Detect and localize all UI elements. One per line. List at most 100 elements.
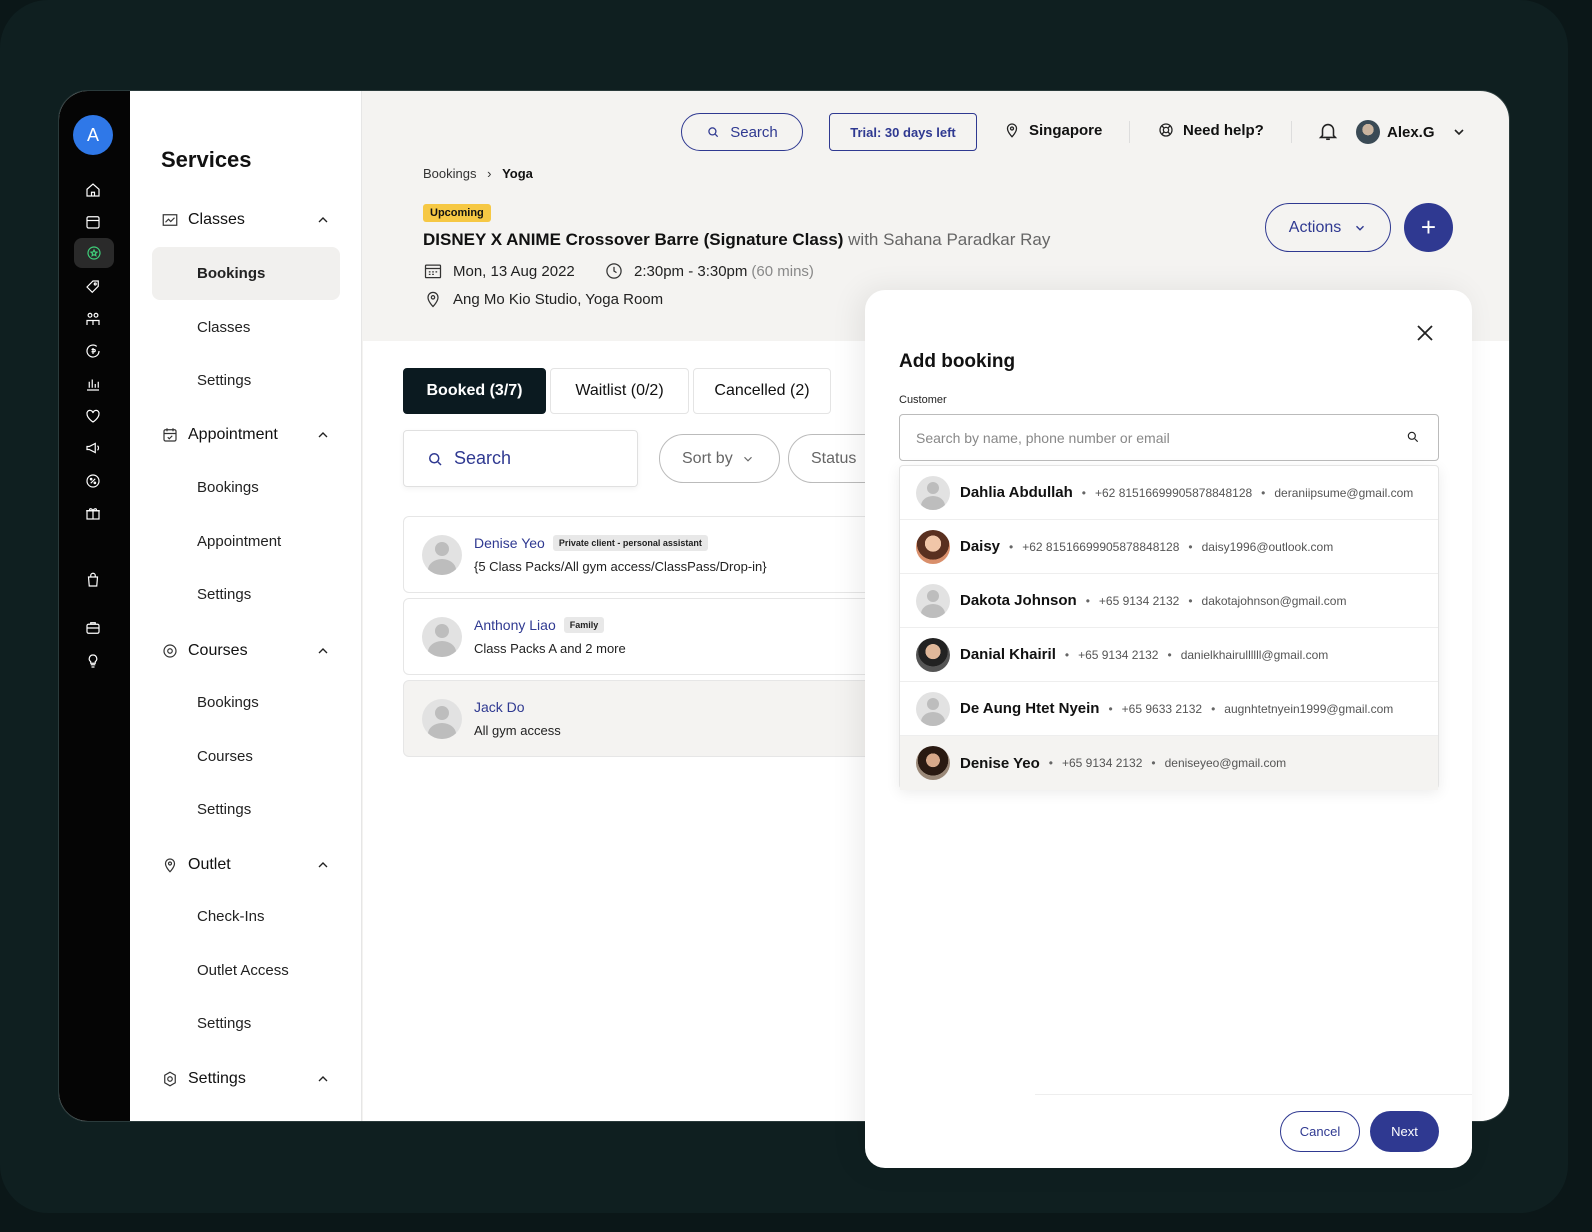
sidebar-item-appointment-bookings[interactable]: Bookings	[197, 479, 259, 496]
class-time: 2:30pm - 3:30pm (60 mins)	[604, 261, 814, 281]
icon-rail: A	[59, 91, 130, 1121]
option-email: deraniipsume@gmail.com	[1274, 485, 1414, 500]
separator: •	[1167, 647, 1172, 662]
breadcrumb-separator: ›	[487, 166, 492, 181]
sidebar-item-appointment-settings[interactable]: Settings	[197, 586, 251, 603]
reports-icon[interactable]	[81, 372, 105, 396]
customer-option[interactable]: Danial Khairil • +65 9134 2132 • danielk…	[900, 628, 1438, 682]
people-icon[interactable]	[81, 307, 105, 331]
gift-icon[interactable]	[81, 501, 105, 525]
status-badge: Upcoming	[423, 204, 491, 222]
option-name: Daisy	[960, 538, 1001, 555]
sidebar-item-courses-bookings[interactable]: Bookings	[197, 694, 259, 711]
sidebar-item-courses-courses[interactable]: Courses	[197, 748, 253, 765]
cancel-button[interactable]: Cancel	[1280, 1111, 1360, 1152]
booking-row[interactable]: Denise Yeo Private client - personal ass…	[403, 516, 883, 593]
chevron-up-icon[interactable]	[315, 427, 331, 443]
tab-waitlist[interactable]: Waitlist (0/2)	[550, 368, 689, 414]
lightbulb-icon[interactable]	[81, 649, 105, 673]
sidebar-item-classes-bookings[interactable]: Bookings	[152, 247, 340, 300]
user-menu[interactable]: Alex.G	[1356, 120, 1475, 144]
workspace-avatar[interactable]: A	[73, 115, 113, 155]
separator: •	[1085, 593, 1090, 608]
option-name: Dakota Johnson	[960, 592, 1077, 609]
add-booking-button[interactable]: +	[1404, 203, 1453, 252]
option-phone: +65 9134 2132	[1098, 593, 1180, 608]
global-search-button[interactable]: Search	[681, 113, 803, 151]
booking-row[interactable]: Jack Do All gym access	[403, 680, 883, 757]
option-phone: +62 8151669990587884812​8	[1095, 485, 1253, 500]
chevron-up-icon[interactable]	[315, 643, 331, 659]
class-location: Ang Mo Kio Studio, Yoga Room	[423, 289, 663, 309]
bag-icon[interactable]	[81, 568, 105, 592]
customer-name[interactable]: Denise Yeo	[474, 535, 545, 551]
calendar-icon[interactable]	[81, 210, 105, 234]
customer-name[interactable]: Anthony Liao	[474, 617, 556, 633]
customer-search-input[interactable]	[899, 414, 1439, 461]
customer-option[interactable]: Daisy • +62 81516699905878848128 • daisy…	[900, 520, 1438, 574]
chevron-up-icon[interactable]	[315, 857, 331, 873]
sidebar-section-appointment[interactable]: Appointment	[161, 421, 331, 449]
breadcrumb-parent[interactable]: Bookings	[423, 166, 476, 181]
breadcrumb: Bookings › Yoga	[423, 166, 533, 181]
section-label: Classes	[188, 211, 245, 228]
location-value: Ang Mo Kio Studio, Yoga Room	[453, 290, 664, 308]
trial-button[interactable]: Trial: 30 days left	[829, 113, 977, 151]
close-icon[interactable]	[1413, 321, 1437, 345]
services-icon[interactable]	[74, 238, 114, 268]
chevron-up-icon[interactable]	[315, 212, 331, 228]
location-pin-icon	[1006, 123, 1018, 138]
sidebar-item-appointment-appointment[interactable]: Appointment	[197, 533, 281, 550]
tag-icon[interactable]	[81, 275, 105, 299]
discount-icon[interactable]	[81, 469, 105, 493]
sidebar-section-courses[interactable]: Courses	[161, 637, 331, 665]
chevron-up-icon[interactable]	[315, 1071, 331, 1087]
sidebar-item-outlet-access[interactable]: Outlet Access	[197, 962, 289, 979]
sidebar-item-classes-settings[interactable]: Settings	[197, 372, 251, 389]
location-selector[interactable]: Singapore	[1003, 121, 1102, 139]
next-button[interactable]: Next	[1370, 1111, 1439, 1152]
sidebar-section-classes[interactable]: Classes	[161, 206, 331, 234]
calendar-icon	[424, 264, 442, 279]
heart-icon[interactable]	[81, 404, 105, 428]
search-icon[interactable]	[1406, 430, 1420, 444]
chevron-down-icon[interactable]	[1451, 124, 1467, 140]
section-label: Outlet	[188, 856, 231, 873]
briefcase-icon[interactable]	[81, 616, 105, 640]
payments-icon[interactable]	[81, 339, 105, 363]
search-icon	[429, 452, 442, 466]
tab-booked[interactable]: Booked (3/7)	[403, 368, 546, 414]
customer-option[interactable]: Denise Yeo • +65 9134 2132 • deniseyeo@g…	[900, 736, 1438, 790]
customer-name[interactable]: Jack Do	[474, 699, 525, 715]
divider	[1291, 121, 1292, 143]
sort-by-dropdown[interactable]: Sort by	[659, 434, 780, 483]
option-name: Denise Yeo	[960, 754, 1040, 772]
megaphone-icon[interactable]	[81, 436, 105, 460]
location-label: Singapore	[1029, 121, 1103, 139]
booking-name: Jack Do	[474, 699, 525, 715]
notifications-button[interactable]	[1317, 120, 1347, 142]
booking-package: Class Packs A and 2 more	[474, 641, 626, 656]
tab-cancelled[interactable]: Cancelled (2)	[693, 368, 831, 414]
separator: •	[1261, 485, 1266, 500]
sidebar-item-classes-classes[interactable]: Classes	[197, 319, 250, 336]
divider	[1129, 121, 1130, 143]
sidebar-section-settings[interactable]: Settings	[161, 1065, 331, 1093]
sidebar-item-courses-settings[interactable]: Settings	[197, 801, 251, 818]
customer-tag: Private client - personal assistant	[552, 535, 708, 551]
sidebar-section-outlet[interactable]: Outlet	[161, 851, 331, 879]
help-button[interactable]: Need help?	[1157, 121, 1264, 139]
customer-option[interactable]: Dakota Johnson • +65 9134 2132 • dakotaj…	[900, 574, 1438, 628]
chevron-down-icon	[1356, 225, 1365, 231]
sidebar-item-outlet-settings[interactable]: Settings	[197, 1015, 251, 1032]
bookings-search-input[interactable]: Search	[403, 430, 638, 487]
customer-option[interactable]: Dahlia Abdullah • +62 815166999058788481…	[900, 466, 1438, 520]
actions-button[interactable]: Actions	[1265, 203, 1391, 252]
sidebar-item-outlet-checkins[interactable]: Check-Ins	[197, 908, 265, 925]
booking-row[interactable]: Anthony Liao Family Class Packs A and 2 …	[403, 598, 883, 675]
home-icon[interactable]	[81, 178, 105, 202]
avatar	[916, 584, 950, 618]
booking-package: {5 Class Packs/All gym access/ClassPass/…	[474, 559, 767, 574]
divider	[1035, 1094, 1472, 1095]
customer-option[interactable]: De Aung Htet Nyein • +65 9633 2132 • aug…	[900, 682, 1438, 736]
